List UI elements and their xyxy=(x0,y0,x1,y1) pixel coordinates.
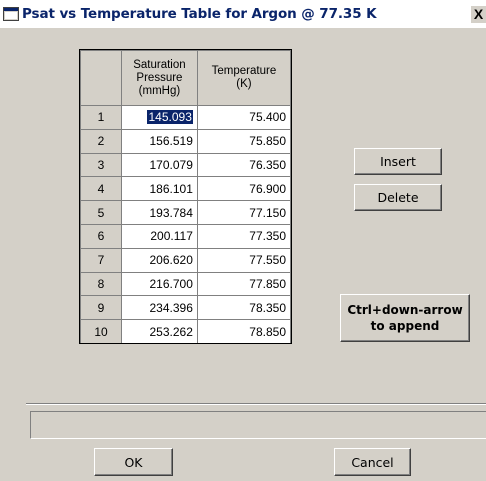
pressure-cell[interactable]: 170.079 xyxy=(121,152,198,178)
pressure-cell[interactable]: 200.117 xyxy=(121,223,198,249)
row-number[interactable]: 1 xyxy=(80,105,122,130)
status-bar xyxy=(30,411,486,439)
row-number[interactable]: 8 xyxy=(80,271,122,297)
app-window-icon xyxy=(3,7,19,21)
table-row[interactable]: 10 253.262 78.850 xyxy=(80,319,292,344)
insert-button-label: Insert xyxy=(380,154,416,169)
row-number[interactable]: 7 xyxy=(80,247,122,273)
psat-temperature-table[interactable]: Saturation Pressure (mmHg) Temperature (… xyxy=(80,50,292,344)
close-button[interactable]: X xyxy=(470,5,486,23)
pressure-cell[interactable]: 216.700 xyxy=(121,271,198,297)
temperature-cell[interactable]: 75.400 xyxy=(196,105,292,130)
pressure-cell[interactable]: 145.093 xyxy=(121,105,198,130)
row-number[interactable]: 6 xyxy=(80,223,122,249)
temperature-cell[interactable]: 76.900 xyxy=(196,176,292,202)
header-line: (K) xyxy=(236,78,252,90)
header-line: Temperature xyxy=(211,65,277,77)
pressure-value: 186.101 xyxy=(149,181,193,196)
table-row[interactable]: 8 216.700 77.850 xyxy=(80,271,292,297)
pressure-cell[interactable]: 156.519 xyxy=(121,128,198,154)
delete-button[interactable]: Delete xyxy=(354,184,442,211)
table-row[interactable]: 6 200.117 77.350 xyxy=(80,223,292,249)
row-number[interactable]: 5 xyxy=(80,200,122,225)
dialog-window: Psat vs Temperature Table for Argon @ 77… xyxy=(0,0,486,481)
temperature-cell[interactable]: 77.350 xyxy=(196,223,292,249)
temperature-cell[interactable]: 78.850 xyxy=(196,319,292,344)
pressure-value: 200.117 xyxy=(150,229,193,244)
insert-button[interactable]: Insert xyxy=(354,148,442,175)
pressure-value: 253.262 xyxy=(149,324,193,339)
row-number[interactable]: 10 xyxy=(80,319,122,344)
temperature-cell[interactable]: 76.350 xyxy=(196,152,292,178)
temperature-cell[interactable]: 78.350 xyxy=(196,295,292,321)
ok-button-label: OK xyxy=(124,454,143,470)
column-header-temperature: Temperature (K) xyxy=(196,50,292,106)
pressure-value: 206.620 xyxy=(149,253,193,268)
table-row[interactable]: 7 206.620 77.550 xyxy=(80,247,292,273)
table-row[interactable]: 3 170.079 76.350 xyxy=(80,152,292,178)
row-number[interactable]: 9 xyxy=(80,295,122,321)
temperature-cell[interactable]: 75.850 xyxy=(196,128,292,154)
table-row[interactable]: 2 156.519 75.850 xyxy=(80,128,292,154)
temperature-cell[interactable]: 77.850 xyxy=(196,271,292,297)
cancel-button[interactable]: Cancel xyxy=(334,448,411,476)
pressure-value: 145.093 xyxy=(147,110,193,125)
table-row[interactable]: 5 193.784 77.150 xyxy=(80,200,292,225)
column-header-pressure: Saturation Pressure (mmHg) xyxy=(121,50,198,106)
row-number[interactable]: 3 xyxy=(80,152,122,178)
header-line: Pressure xyxy=(136,71,183,84)
corner-header xyxy=(80,50,122,106)
pressure-cell[interactable]: 234.396 xyxy=(121,295,198,321)
temperature-cell[interactable]: 77.550 xyxy=(196,247,292,273)
temperature-cell[interactable]: 77.150 xyxy=(196,200,292,225)
cancel-button-label: Cancel xyxy=(351,454,394,470)
pressure-cell[interactable]: 206.620 xyxy=(121,247,198,273)
append-hint-button[interactable]: Ctrl+down-arrow to append xyxy=(340,294,470,342)
separator xyxy=(26,403,486,404)
pressure-value: 156.519 xyxy=(149,134,193,149)
append-hint-line: Ctrl+down-arrow xyxy=(347,303,463,317)
window-title: Psat vs Temperature Table for Argon @ 77… xyxy=(22,6,377,22)
header-line: Saturation xyxy=(133,58,186,71)
pressure-value: 170.079 xyxy=(149,157,193,172)
pressure-cell[interactable]: 193.784 xyxy=(121,200,198,225)
row-number[interactable]: 4 xyxy=(80,176,122,202)
table-row[interactable]: 9 234.396 78.350 xyxy=(80,295,292,321)
title-bar[interactable]: Psat vs Temperature Table for Argon @ 77… xyxy=(0,0,486,28)
pressure-cell[interactable]: 253.262 xyxy=(121,319,198,344)
delete-button-label: Delete xyxy=(377,190,419,205)
pressure-cell[interactable]: 186.101 xyxy=(121,176,198,202)
pressure-value: 193.784 xyxy=(149,205,193,220)
row-number[interactable]: 2 xyxy=(80,128,122,154)
table-row[interactable]: 1 145.093 75.400 xyxy=(80,105,292,130)
header-line: (mmHg) xyxy=(138,84,181,97)
ok-button[interactable]: OK xyxy=(94,448,173,476)
append-hint-line: to append xyxy=(370,319,440,333)
pressure-value: 216.700 xyxy=(149,276,193,291)
table-row[interactable]: 4 186.101 76.900 xyxy=(80,176,292,202)
pressure-value: 234.396 xyxy=(149,300,193,315)
